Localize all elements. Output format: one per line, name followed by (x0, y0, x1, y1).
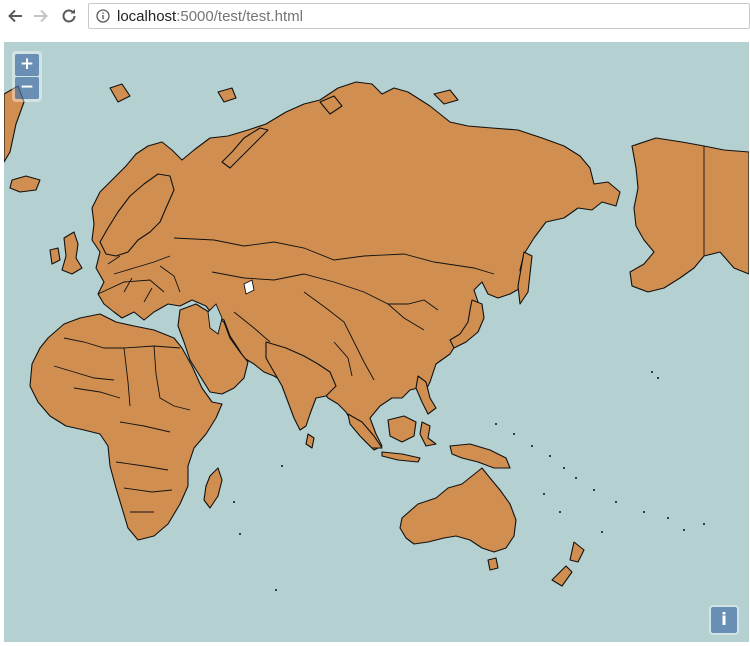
arrow-right-icon (34, 9, 48, 23)
zoom-out-button[interactable]: − (15, 77, 39, 99)
address-bar[interactable]: localhost:5000/test/test.html (88, 3, 750, 29)
borneo (387, 415, 417, 443)
zoom-in-button[interactable]: + (15, 54, 39, 76)
url-host: localhost (117, 7, 177, 25)
sulawesi (419, 421, 437, 447)
tasmania (487, 557, 499, 571)
svalbard (109, 83, 131, 103)
new-siberian-islands (433, 89, 459, 105)
sri-lanka (305, 433, 315, 449)
iceland (9, 175, 41, 193)
java (381, 451, 421, 463)
zoom-control: + − (12, 51, 42, 102)
reload-button[interactable] (58, 5, 80, 27)
madagascar (203, 467, 223, 509)
ireland (49, 247, 61, 265)
philippines (415, 375, 437, 415)
new-guinea (449, 443, 511, 469)
browser-toolbar: localhost:5000/test/test.html (0, 0, 750, 34)
url-text: localhost:5000/test/test.html (117, 8, 303, 25)
attribution-control: i (709, 605, 739, 635)
info-circle-icon (96, 9, 110, 23)
reload-icon (62, 9, 76, 23)
attribution-button[interactable]: i (711, 607, 737, 633)
map-viewport[interactable]: + − i (4, 42, 749, 642)
world-map[interactable] (4, 42, 749, 642)
forward-button[interactable] (30, 5, 52, 27)
australia (399, 467, 517, 553)
great-britain (61, 231, 83, 275)
franz-josef-land (217, 87, 237, 103)
arrow-left-icon (8, 9, 22, 23)
alaska-landmass (629, 137, 749, 293)
url-path: :5000/test/test.html (176, 7, 303, 25)
back-button[interactable] (4, 5, 26, 27)
new-zealand (551, 541, 585, 587)
